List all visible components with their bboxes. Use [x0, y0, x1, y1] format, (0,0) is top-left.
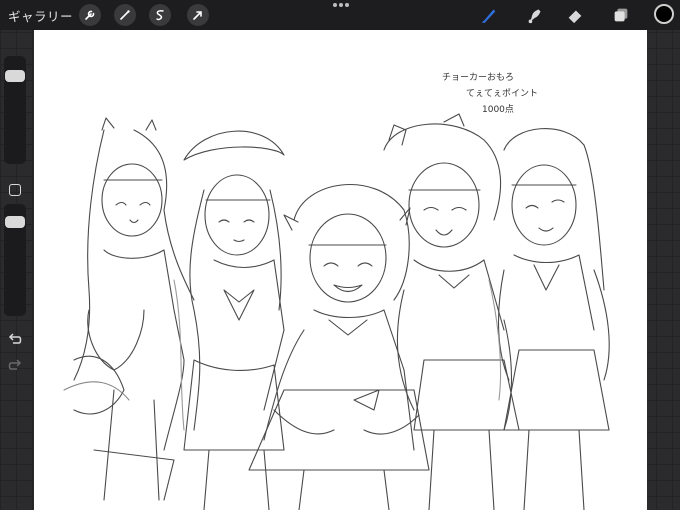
- transform-icon: [193, 11, 202, 20]
- note-line-2: てぇてぇポイント: [466, 89, 539, 99]
- layers-icon: [614, 8, 628, 22]
- note-line-3: 1000点: [482, 105, 514, 115]
- modify-button[interactable]: [9, 184, 21, 196]
- sketch-girl-5: [497, 128, 610, 510]
- wrench-icon: [85, 10, 95, 20]
- selection-button[interactable]: [149, 4, 171, 26]
- brush-size-slider[interactable]: [4, 56, 26, 164]
- redo-icon[interactable]: [7, 359, 23, 373]
- gallery-button[interactable]: ギャラリー: [8, 6, 73, 25]
- eraser-icon: [568, 10, 582, 24]
- sketch-girl-3: [248, 184, 430, 510]
- selection-icon: [156, 10, 164, 21]
- opacity-thumb[interactable]: [5, 216, 25, 228]
- actions-button[interactable]: [79, 4, 101, 26]
- undo-icon[interactable]: [7, 333, 23, 347]
- magic-wand-icon: [120, 10, 130, 20]
- character-sketch: [63, 113, 610, 510]
- color-picker-button[interactable]: [654, 4, 674, 24]
- opacity-slider[interactable]: [4, 204, 26, 316]
- eraser-tool-button[interactable]: [564, 4, 586, 26]
- sketch-girl-2: [183, 130, 285, 510]
- adjustments-button[interactable]: [114, 4, 136, 26]
- more-menu-icon[interactable]: [333, 3, 349, 9]
- top-toolbar: ギャラリー: [0, 0, 680, 30]
- layers-button[interactable]: [610, 4, 632, 26]
- brush-icon: [481, 9, 496, 24]
- transform-button[interactable]: [187, 4, 209, 26]
- left-sidebar: [4, 56, 26, 386]
- note-line-1: チョーカーおもろ: [442, 73, 515, 83]
- sketch-girl-1: [73, 117, 195, 501]
- brush-size-thumb[interactable]: [5, 70, 25, 82]
- drawing-canvas[interactable]: チョーカーおもろ てぇてぇポイント 1000点: [34, 30, 647, 510]
- brush-tool-button[interactable]: [478, 4, 500, 26]
- smudge-icon: [528, 9, 541, 24]
- smudge-tool-button[interactable]: [524, 4, 546, 26]
